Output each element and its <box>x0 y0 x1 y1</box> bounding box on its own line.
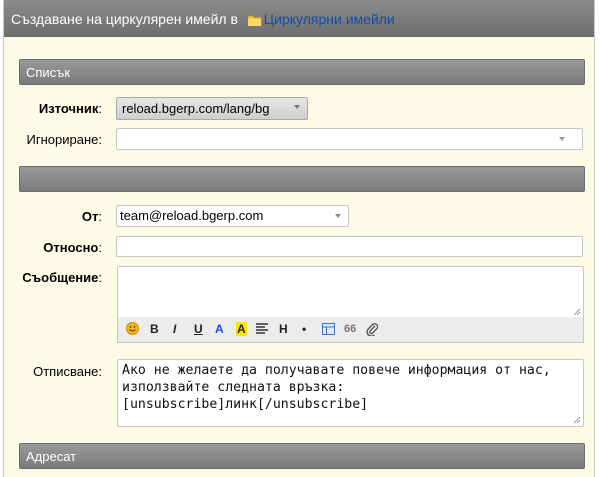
heading-button[interactable]: H <box>279 322 288 336</box>
smiley-icon[interactable] <box>126 322 139 338</box>
source-select[interactable]: reload.bgerp.com/lang/bg <box>116 97 308 120</box>
bold-button[interactable]: B <box>150 322 159 336</box>
ignore-label: Игнориране: <box>26 132 102 147</box>
quote-button[interactable]: 66 <box>344 322 356 336</box>
highlight-button[interactable]: A <box>236 322 247 336</box>
subject-input[interactable] <box>116 236 583 257</box>
folder-icon <box>247 13 262 29</box>
section-list-label: Списък <box>26 65 71 80</box>
dialog-frame: Създаване на циркулярен имейл в Циркуляр… <box>3 0 595 477</box>
resize-grip-icon[interactable] <box>573 308 581 316</box>
unsubscribe-value: Ако не желаете да получавате повече инфо… <box>122 363 559 412</box>
source-label: Източник: <box>38 101 102 116</box>
from-value: team@reload.bgerp.com <box>120 208 264 223</box>
dialog-title: Създаване на циркулярен имейл в Циркуляр… <box>4 0 594 37</box>
section-header-recipient: Адресат <box>19 443 585 469</box>
ignore-select[interactable] <box>116 128 583 150</box>
message-label: Съобщение: <box>22 270 102 285</box>
title-prefix: Създаване на циркулярен имейл в <box>11 11 238 27</box>
section-header-blank <box>19 166 585 192</box>
align-icon[interactable] <box>256 323 268 338</box>
table-icon[interactable] <box>322 323 335 338</box>
resize-grip-icon[interactable] <box>573 416 581 424</box>
source-value: reload.bgerp.com/lang/bg <box>122 101 270 116</box>
from-label: От: <box>81 209 102 224</box>
section-recipient-label: Адресат <box>26 449 77 464</box>
chevron-down-icon <box>294 105 300 109</box>
underline-button[interactable]: U <box>194 322 203 336</box>
subject-label: Относно: <box>43 240 102 255</box>
paperclip-icon[interactable] <box>366 322 379 339</box>
section-header-list: Списък <box>19 59 585 85</box>
unsubscribe-label: Отписване: <box>33 364 102 379</box>
text-color-button[interactable]: A <box>215 322 224 336</box>
folder-link[interactable]: Циркулярни имейли <box>264 11 395 27</box>
italic-button[interactable]: I <box>173 322 176 336</box>
chevron-down-icon <box>335 214 341 218</box>
chevron-down-icon <box>559 137 565 141</box>
message-textarea[interactable] <box>117 266 584 318</box>
bullet-button[interactable]: • <box>302 322 306 336</box>
from-select[interactable]: team@reload.bgerp.com <box>116 205 349 227</box>
editor-toolbar: B I U A A H • 66 <box>117 317 584 343</box>
